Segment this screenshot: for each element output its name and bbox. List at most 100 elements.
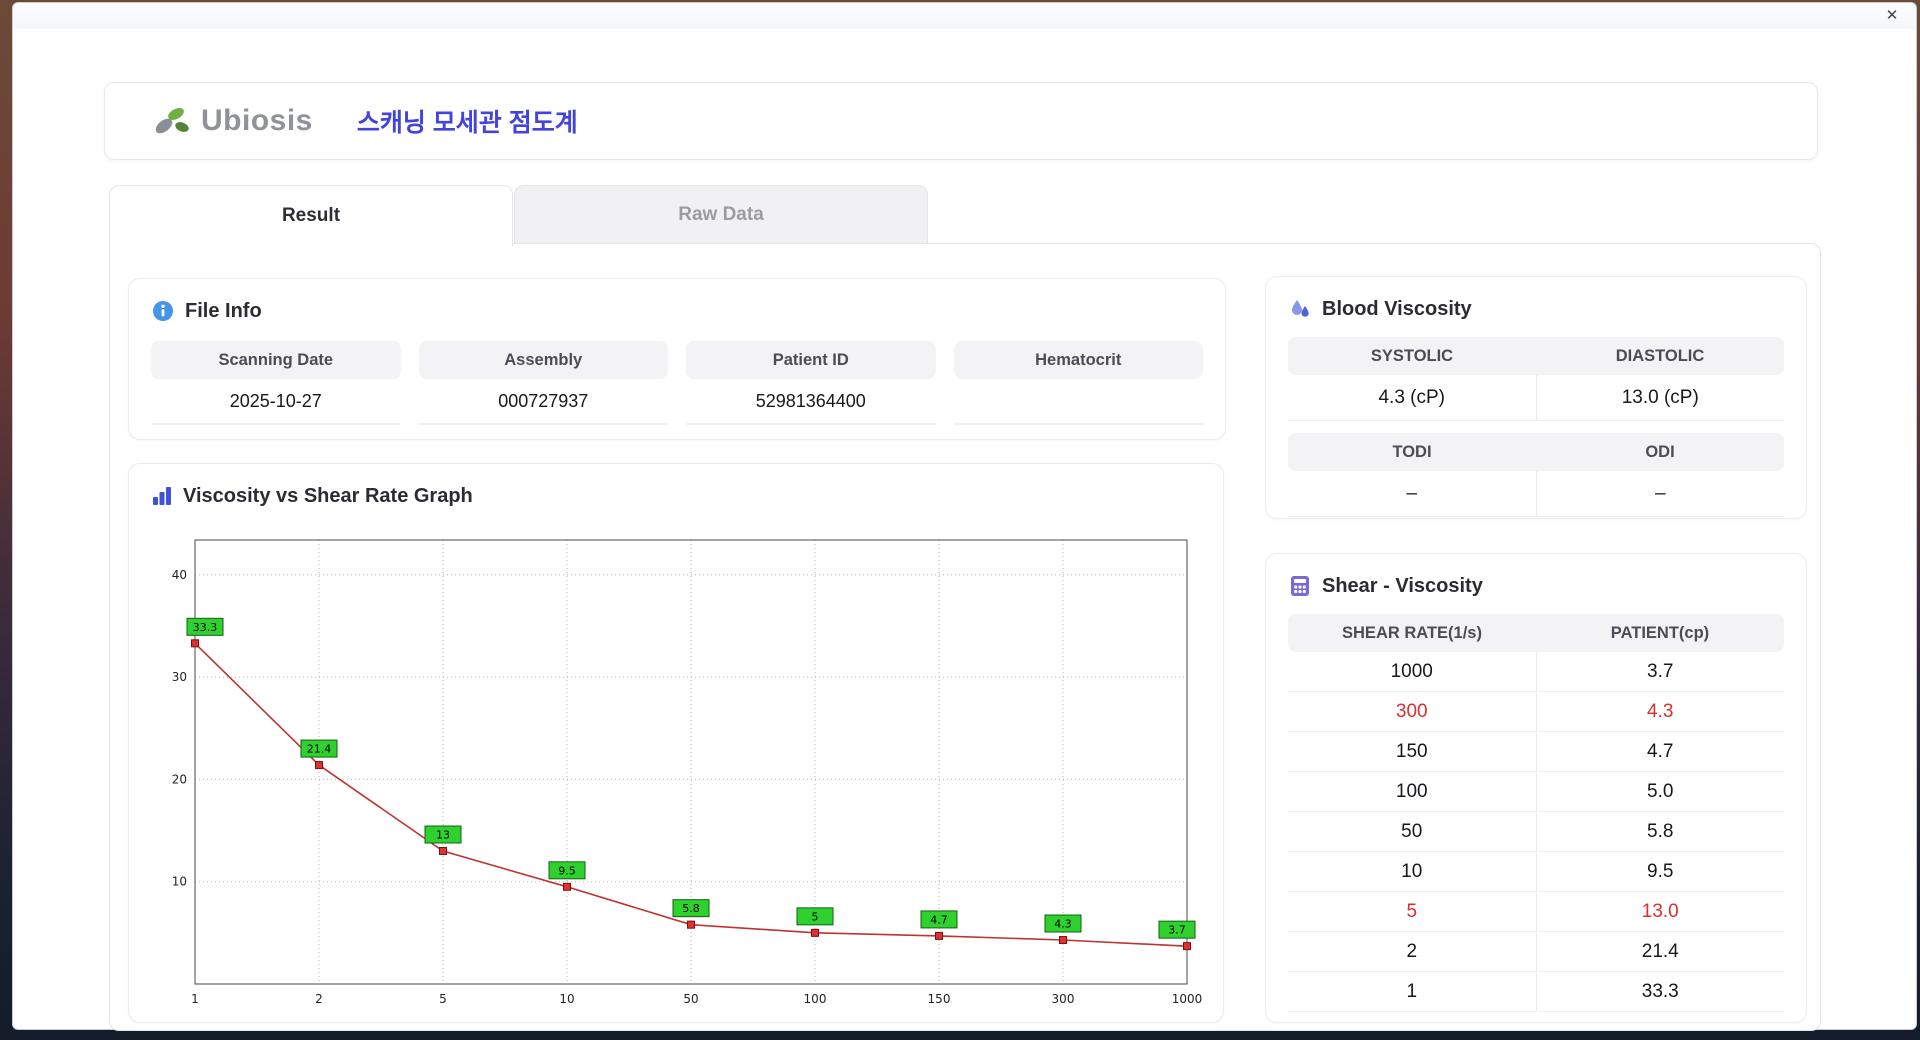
shear-viscosity-card: Shear - Viscosity SHEAR RATE(1/s) PATIENT… xyxy=(1265,553,1807,1023)
svg-text:3.7: 3.7 xyxy=(1168,924,1186,937)
blood-viscosity-grid: SYSTOLIC DIASTOLIC 4.3 (cP) 13.0 (cP) TODI OD… xyxy=(1288,337,1784,517)
ubiosis-logo: Ubiosis xyxy=(151,103,313,139)
file-info-fields: Scanning Date 2025-10-27 Assembly 000727937… xyxy=(151,341,1203,425)
shear-table-row: 300 4.3 xyxy=(1288,692,1784,732)
shear-table-row: 1 33.3 xyxy=(1288,972,1784,1012)
svg-text:21.4: 21.4 xyxy=(307,743,332,756)
shear-table-row: 1000 3.7 xyxy=(1288,652,1784,692)
content-panel: File Info Scanning Date 2025-10-27 Assembl… xyxy=(109,243,1821,1031)
bv-header-todi: TODI xyxy=(1392,442,1432,461)
shear-rate-cell: 1000 xyxy=(1288,652,1537,691)
viscosity-chart-svg: 10 20 30 40 1 2 5 10 50 100 150 300 1000 33.3 21.4 13 9.… xyxy=(172,539,1202,1006)
patient-cp-cell: 21.4 xyxy=(1641,940,1679,962)
tab-bar: Result Raw Data xyxy=(109,185,928,246)
svg-text:5: 5 xyxy=(439,992,447,1006)
svg-text:40: 40 xyxy=(172,568,187,582)
shear-rate-cell: 50 xyxy=(1288,812,1537,851)
svg-text:150: 150 xyxy=(928,992,951,1006)
bv-header-row: SYSTOLIC DIASTOLIC xyxy=(1288,337,1784,375)
file-info-field-patient-id: Patient ID 52981364400 xyxy=(686,341,936,425)
bv-value-odi: – xyxy=(1536,471,1784,517)
blood-viscosity-title: Blood Viscosity xyxy=(1322,297,1472,320)
graph-title-row: Viscosity vs Shear Rate Graph xyxy=(151,482,1201,510)
file-info-field-hematocrit: Hematocrit xyxy=(953,341,1203,425)
bv-value-systolic: 4.3 (cP) xyxy=(1288,375,1537,421)
field-label: Patient ID xyxy=(686,341,936,379)
field-label: Assembly xyxy=(418,341,668,379)
bv-value-diastolic: 13.0 (cP) xyxy=(1536,375,1784,421)
svg-text:10: 10 xyxy=(172,875,187,889)
field-value xyxy=(953,379,1203,425)
svg-text:10: 10 xyxy=(559,992,574,1006)
droplets-icon xyxy=(1292,300,1309,317)
svg-text:33.3: 33.3 xyxy=(193,621,218,634)
logo-text: Ubiosis xyxy=(201,104,313,137)
field-label: Hematocrit xyxy=(953,341,1203,379)
svg-text:50: 50 xyxy=(683,992,698,1006)
tab-result[interactable]: Result xyxy=(109,185,513,246)
shear-table-row: 5 13.0 xyxy=(1288,892,1784,932)
shear-rate-cell: 5 xyxy=(1288,892,1537,931)
shear-viscosity-title-row: Shear - Viscosity xyxy=(1288,572,1784,600)
bv-value-row: 4.3 (cP) 13.0 (cP) xyxy=(1288,375,1784,421)
close-icon[interactable]: ✕ xyxy=(1882,6,1902,26)
svg-text:1: 1 xyxy=(191,992,199,1006)
shear-table-header: SHEAR RATE(1/s) PATIENT(cp) xyxy=(1288,614,1784,652)
svg-text:300: 300 xyxy=(1052,992,1075,1006)
bv-header-row: TODI ODI xyxy=(1288,433,1784,471)
file-info-title-row: File Info xyxy=(151,297,1203,325)
field-value: 2025-10-27 xyxy=(151,379,401,425)
svg-text:5.8: 5.8 xyxy=(682,902,700,915)
shear-rate-cell: 10 xyxy=(1288,852,1537,891)
bv-header-odi: ODI xyxy=(1645,442,1675,461)
info-icon xyxy=(153,301,173,321)
file-info-title: File Info xyxy=(185,299,262,322)
shear-viscosity-table: SHEAR RATE(1/s) PATIENT(cp) 1000 3.7 300 4.3 1… xyxy=(1288,614,1784,1012)
bv-value-todi: – xyxy=(1288,471,1537,517)
file-info-field-scanning-date: Scanning Date 2025-10-27 xyxy=(151,341,401,425)
shear-table-row: 10 9.5 xyxy=(1288,852,1784,892)
leaf-icon xyxy=(155,108,189,134)
calculator-icon xyxy=(1291,576,1309,596)
shear-viscosity-title: Shear - Viscosity xyxy=(1322,574,1483,597)
shear-rate-cell: 100 xyxy=(1288,772,1537,811)
shear-rate-cell: 150 xyxy=(1288,732,1537,771)
svg-text:9.5: 9.5 xyxy=(558,864,576,877)
svg-text:30: 30 xyxy=(172,670,187,684)
shear-rate-cell: 2 xyxy=(1288,932,1537,971)
patient-cp-cell: 13.0 xyxy=(1641,900,1679,922)
field-label: Scanning Date xyxy=(151,341,401,379)
blood-viscosity-card: Blood Viscosity SYSTOLIC DIASTOLIC 4.3 (cP… xyxy=(1265,276,1807,519)
shear-table-row: 100 5.0 xyxy=(1288,772,1784,812)
shear-rate-cell: 1 xyxy=(1288,972,1537,1011)
svg-text:4.7: 4.7 xyxy=(930,913,948,926)
bar-chart-icon xyxy=(153,487,171,505)
bv-header-diastolic: DIASTOLIC xyxy=(1615,346,1705,365)
patient-cp-cell: 5.0 xyxy=(1647,780,1674,802)
page-title: 스캐닝 모세관 점도계 xyxy=(356,109,578,137)
file-info-field-assembly: Assembly 000727937 xyxy=(418,341,668,425)
bv-header-systolic: SYSTOLIC xyxy=(1370,346,1454,365)
patient-cp-cell: 33.3 xyxy=(1641,980,1679,1002)
svg-text:20: 20 xyxy=(172,772,187,786)
window-titlebar: ✕ xyxy=(13,3,1916,29)
bv-value-row: – – xyxy=(1288,471,1784,517)
viscosity-chart: 10 20 30 40 1 2 5 10 50 100 150 300 1000 33.3 21.4 13 9.… xyxy=(137,532,1207,1029)
shear-table-row: 50 5.8 xyxy=(1288,812,1784,852)
patient-cp-cell: 5.8 xyxy=(1647,820,1674,842)
patient-cp-cell: 4.7 xyxy=(1647,740,1674,762)
app-header: Ubiosis 스캐닝 모세관 점도계 xyxy=(104,82,1818,160)
svg-text:2: 2 xyxy=(315,992,323,1006)
shear-table-row: 150 4.7 xyxy=(1288,732,1784,772)
tab-raw-data[interactable]: Raw Data xyxy=(514,185,928,243)
patient-cp-cell: 4.3 xyxy=(1647,700,1674,722)
patient-cp-cell: 3.7 xyxy=(1647,660,1674,682)
shear-col-patient-cp: PATIENT(cp) xyxy=(1610,623,1710,642)
svg-text:13: 13 xyxy=(436,829,450,842)
svg-text:5: 5 xyxy=(812,910,819,923)
graph-title: Viscosity vs Shear Rate Graph xyxy=(183,484,473,507)
shear-rate-cell: 300 xyxy=(1288,692,1537,731)
graph-card: Viscosity vs Shear Rate Graph 10 20 30 40 1 2… xyxy=(128,463,1224,1023)
file-info-card: File Info Scanning Date 2025-10-27 Assembl… xyxy=(128,278,1226,440)
field-value: 000727937 xyxy=(418,379,668,425)
